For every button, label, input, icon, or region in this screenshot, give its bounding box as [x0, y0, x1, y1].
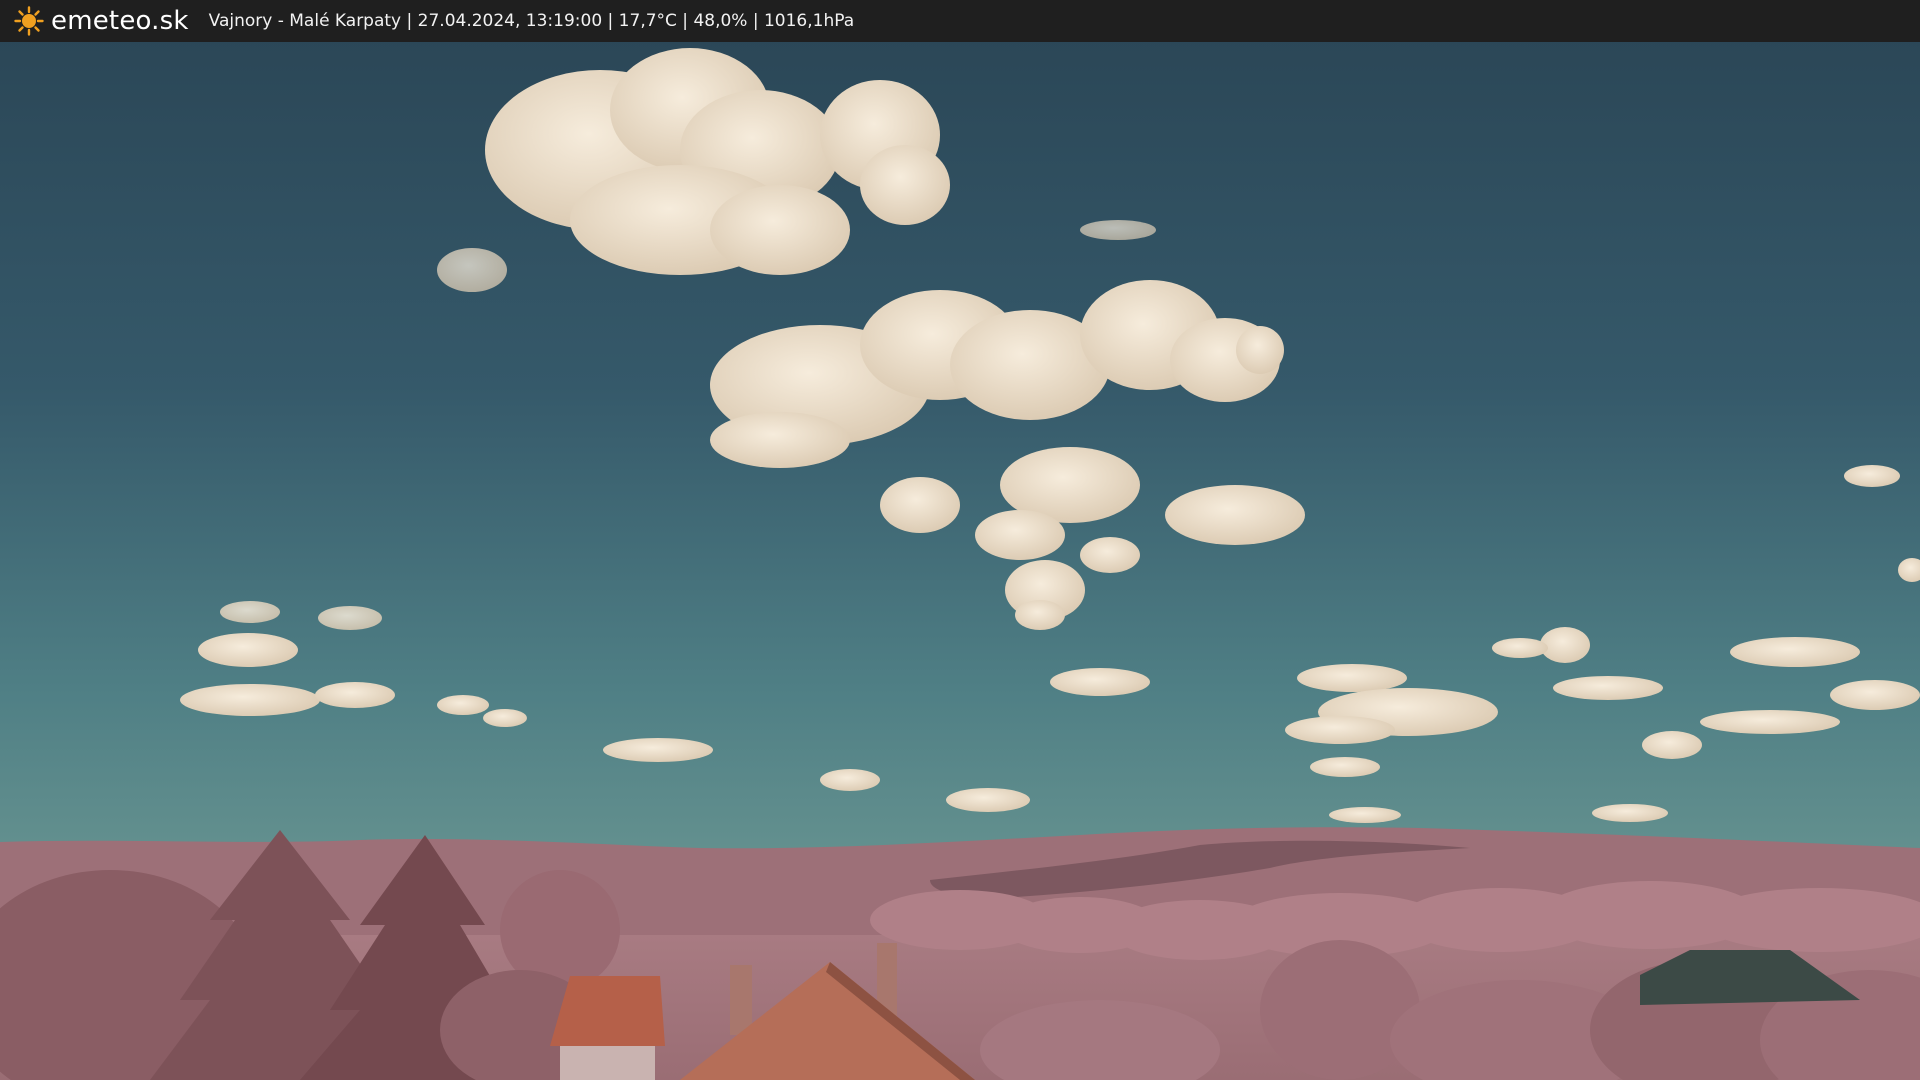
weather-caption: Vajnory - Malé Karpaty | 27.04.2024, 13:…	[208, 11, 855, 31]
sky	[0, 0, 1920, 860]
sun-icon	[14, 6, 44, 36]
brand-name[interactable]: emeteo.sk	[51, 6, 189, 36]
brand-logo[interactable]: emeteo.sk	[14, 6, 189, 36]
webcam-image	[0, 0, 1920, 1080]
top-bar: emeteo.sk Vajnory - Malé Karpaty | 27.04…	[0, 0, 1920, 42]
house-small	[550, 976, 665, 1080]
